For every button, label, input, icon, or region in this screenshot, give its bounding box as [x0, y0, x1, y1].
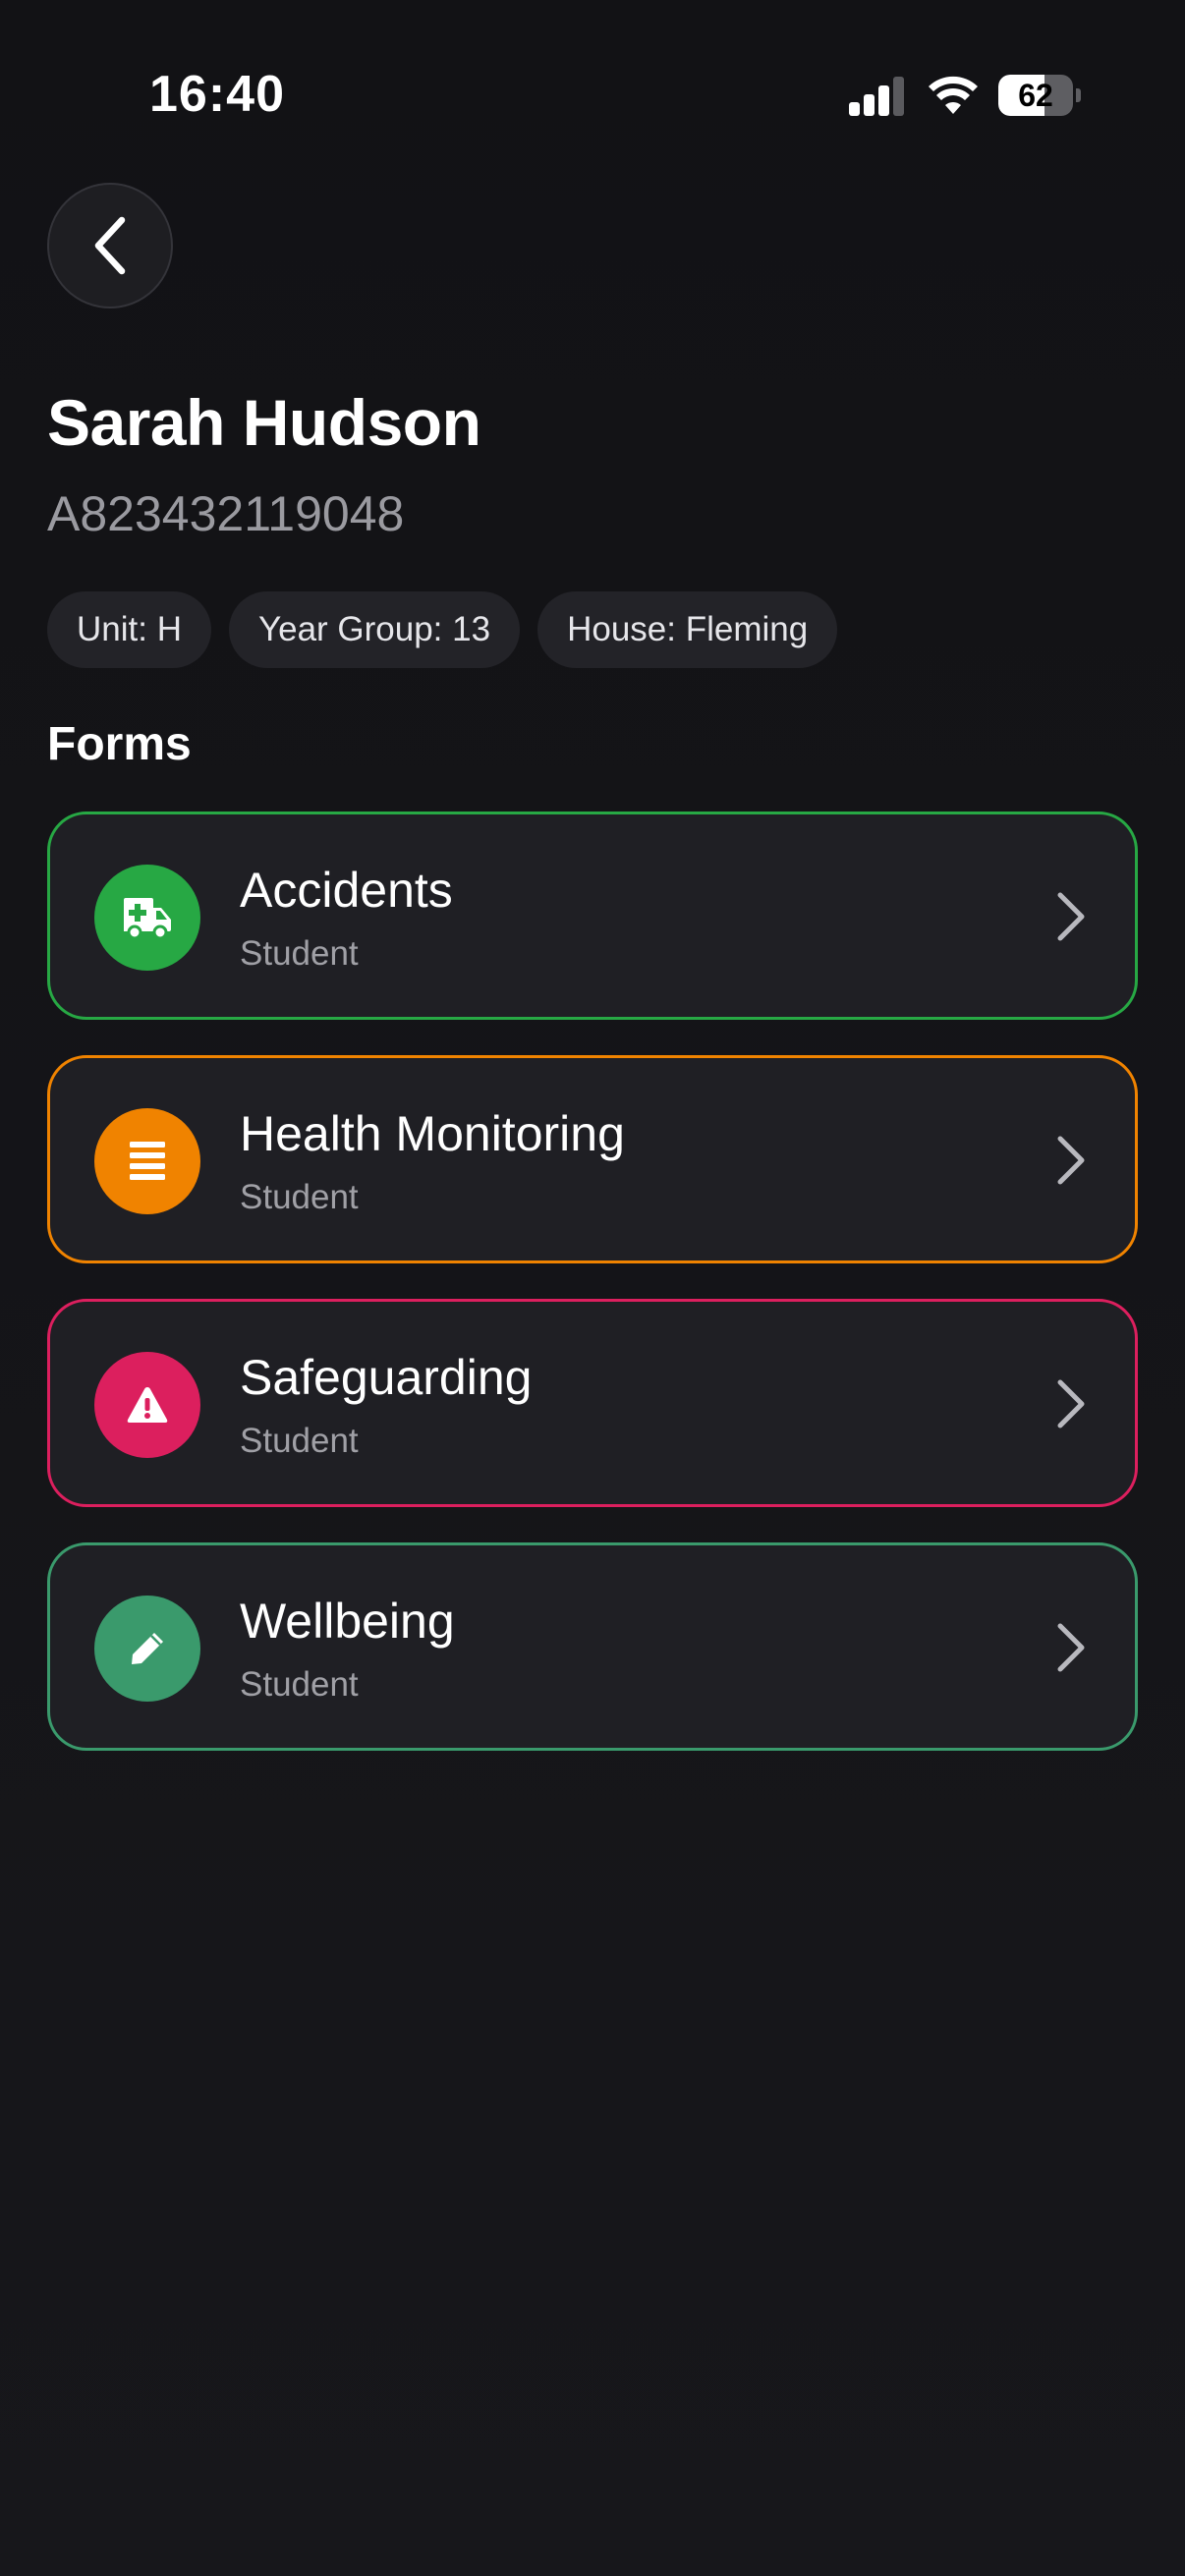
student-info-chips: Unit: H Year Group: 13 House: Fleming	[47, 591, 838, 668]
chevron-right-icon	[1057, 1379, 1085, 1428]
form-title: Accidents	[240, 863, 453, 918]
list-icon	[94, 1108, 200, 1214]
form-card-safeguarding[interactable]: Safeguarding Student	[47, 1299, 1138, 1507]
form-subtitle: Student	[240, 934, 359, 973]
chip-unit: Unit: H	[47, 591, 211, 668]
battery-level: 62	[1018, 78, 1053, 113]
forms-section-title: Forms	[47, 718, 192, 770]
chevron-right-icon	[1057, 892, 1085, 941]
screen: 16:40 62 Sarah Hudson A823432119048 Unit…	[0, 0, 1185, 2576]
chevron-left-icon	[94, 216, 126, 275]
form-title: Safeguarding	[240, 1350, 533, 1405]
student-name: Sarah Hudson	[47, 386, 481, 459]
forms-list: Accidents Student Health Monitoring Stud…	[47, 812, 1138, 1786]
form-subtitle: Student	[240, 1422, 359, 1460]
battery-icon: 62	[998, 75, 1081, 116]
student-id: A823432119048	[47, 486, 405, 541]
chip-house: House: Fleming	[537, 591, 838, 668]
back-button[interactable]	[47, 183, 173, 308]
form-card-health-monitoring[interactable]: Health Monitoring Student	[47, 1055, 1138, 1263]
status-bar: 16:40 62	[0, 0, 1185, 187]
chevron-right-icon	[1057, 1136, 1085, 1185]
form-card-accidents[interactable]: Accidents Student	[47, 812, 1138, 1020]
cellular-signal-icon	[849, 77, 906, 116]
form-title: Wellbeing	[240, 1594, 455, 1649]
form-subtitle: Student	[240, 1665, 359, 1704]
form-subtitle: Student	[240, 1178, 359, 1216]
form-title: Health Monitoring	[240, 1106, 625, 1161]
form-card-wellbeing[interactable]: Wellbeing Student	[47, 1542, 1138, 1751]
chip-year-group: Year Group: 13	[228, 591, 521, 668]
chevron-right-icon	[1057, 1623, 1085, 1672]
status-time: 16:40	[149, 66, 285, 123]
ambulance-icon	[94, 865, 200, 971]
wifi-icon	[929, 76, 978, 114]
warning-icon	[94, 1352, 200, 1458]
pencil-icon	[94, 1596, 200, 1702]
